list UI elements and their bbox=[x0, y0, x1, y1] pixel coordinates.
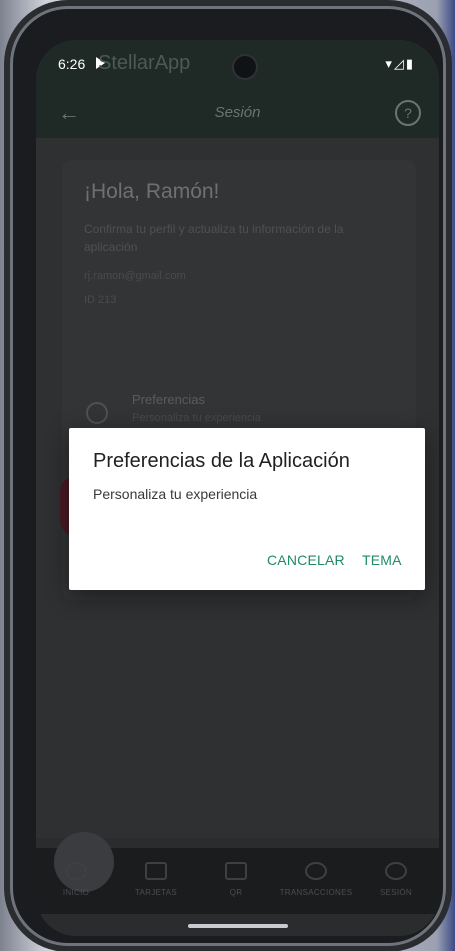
nav-item-qr[interactable]: QR bbox=[196, 848, 276, 914]
status-time: 6:26 bbox=[58, 56, 86, 72]
transactions-icon bbox=[305, 862, 327, 880]
qr-icon bbox=[225, 862, 247, 880]
app-name: StellarApp bbox=[98, 52, 191, 74]
nav-label: TARJETAS bbox=[134, 888, 178, 897]
nav-item-tarjetas[interactable]: TARJETAS bbox=[116, 848, 196, 914]
preferences-subtitle: Personaliza tu experiencia bbox=[132, 412, 262, 424]
app-bar: ← Sesión ? bbox=[36, 90, 439, 138]
nav-label: SESIÓN bbox=[379, 888, 413, 897]
greeting: ¡Hola, Ramón! bbox=[84, 180, 220, 203]
nav-item-sesion[interactable]: SESIÓN bbox=[356, 848, 436, 914]
nav-item-inicio[interactable]: INICIO bbox=[36, 848, 116, 914]
preferences-title[interactable]: Preferencias bbox=[132, 392, 205, 407]
gear-icon bbox=[86, 402, 108, 424]
help-icon[interactable]: ? bbox=[395, 100, 421, 126]
card-icon bbox=[145, 862, 167, 880]
dialog-title: Preferencias de la Aplicación bbox=[93, 450, 350, 472]
system-status-icons: ▾◿▮ bbox=[385, 56, 415, 71]
home-icon bbox=[65, 862, 87, 880]
bottom-nav: INICIO TARJETAS QR TRANSACCIONES SESIÓN bbox=[36, 832, 439, 914]
phone-frame: 6:26 StellarApp ▾◿▮ ← Sesión ? ¡Hola, Ra… bbox=[10, 6, 446, 946]
id-line: ID 213 bbox=[84, 294, 117, 306]
dialog-message: Personaliza tu experiencia bbox=[93, 486, 258, 502]
nav-label: TRANSACCIONES bbox=[279, 888, 353, 897]
home-indicator[interactable] bbox=[188, 924, 288, 928]
nav-label: INICIO bbox=[62, 888, 90, 897]
preferences-dialog: Preferencias de la Aplicación Personaliz… bbox=[69, 428, 425, 590]
nav-item-transacciones[interactable]: TRANSACCIONES bbox=[276, 848, 356, 914]
front-camera bbox=[234, 56, 256, 78]
status-bar: 6:26 StellarApp ▾◿▮ bbox=[36, 40, 439, 90]
cancel-button[interactable]: CANCELAR bbox=[267, 552, 345, 568]
page-title: Sesión bbox=[214, 104, 261, 121]
email-line: rj.ramon@gmail.com bbox=[84, 270, 186, 282]
screen: 6:26 StellarApp ▾◿▮ ← Sesión ? ¡Hola, Ra… bbox=[36, 40, 439, 936]
nav-label: QR bbox=[229, 888, 243, 897]
theme-button[interactable]: TEMA bbox=[362, 552, 402, 568]
greeting-subtitle: Confirma tu perfil y actualiza tu inform… bbox=[84, 222, 344, 254]
session-icon bbox=[385, 862, 407, 880]
